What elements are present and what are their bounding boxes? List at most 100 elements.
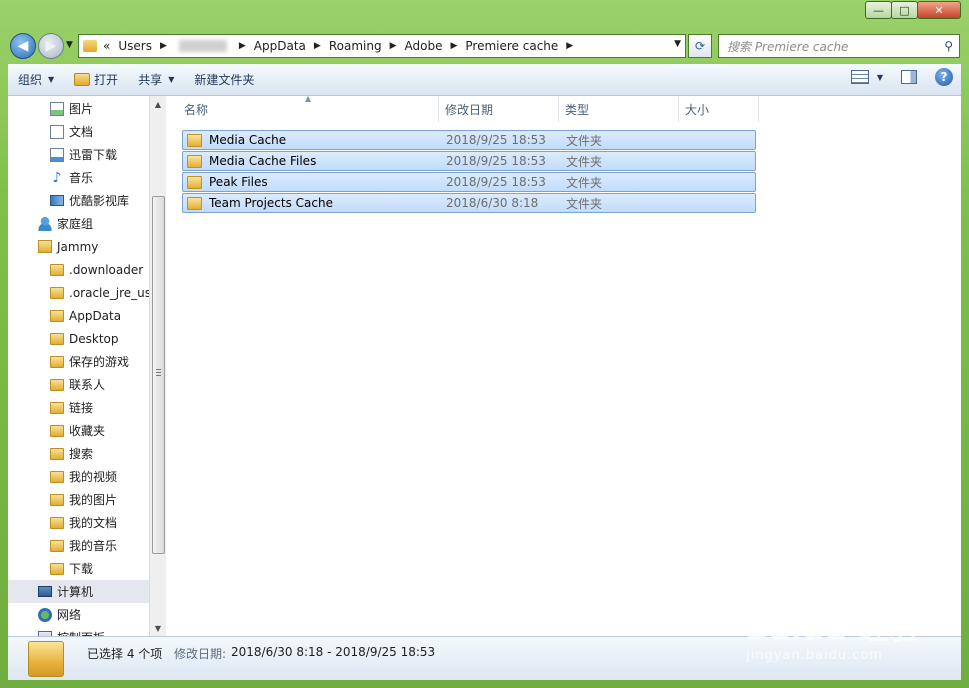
sidebar-item[interactable]: 优酷影视库	[8, 189, 149, 212]
sidebar-item[interactable]: AppData	[8, 304, 149, 327]
recent-pages-dropdown[interactable]: ▼	[66, 40, 73, 50]
column-header-size[interactable]: 大小	[679, 96, 759, 122]
sidebar-item[interactable]: 搜索	[8, 442, 149, 465]
scroll-up-icon[interactable]: ▲	[150, 96, 166, 112]
help-icon[interactable]: ?	[935, 68, 953, 86]
sidebar-item[interactable]: 文档	[8, 120, 149, 143]
sidebar-item-label: 联系人	[69, 378, 106, 392]
folder-icon	[83, 40, 97, 52]
sidebar-item[interactable]: 下载	[8, 557, 149, 580]
close-button[interactable]: ✕	[917, 1, 961, 19]
breadcrumb-arrow-icon[interactable]: ▶	[239, 41, 246, 51]
sidebar-item[interactable]: 控制面板	[8, 626, 149, 636]
sidebar-item[interactable]: 我的音乐	[8, 534, 149, 557]
sidebar-item[interactable]: 迅雷下载	[8, 143, 149, 166]
network-icon	[38, 607, 52, 622]
file-type: 文件夹	[566, 154, 603, 169]
column-header-name[interactable]: 名称	[166, 96, 439, 122]
breadcrumb-roaming[interactable]: Roaming	[329, 39, 382, 53]
breadcrumb-adobe[interactable]: Adobe	[405, 39, 443, 53]
breadcrumb-appdata[interactable]: AppData	[254, 39, 306, 53]
share-button[interactable]: 共享 ▼	[128, 68, 184, 92]
breadcrumb-arrow-icon[interactable]: ▶	[390, 41, 397, 51]
sidebar-item[interactable]: Desktop	[8, 327, 149, 350]
refresh-button[interactable]: ⟳	[688, 34, 712, 58]
sidebar-item-label: .oracle_jre_usa	[69, 285, 149, 300]
sidebar-item[interactable]: 我的图片	[8, 488, 149, 511]
grip-icon	[156, 369, 161, 376]
folder-icon	[50, 263, 64, 276]
search-icon[interactable]: ⚲	[944, 39, 953, 53]
breadcrumb-premiere-cache[interactable]: Premiere cache	[465, 39, 558, 53]
sidebar-item[interactable]: 图片	[8, 97, 149, 120]
navigation-row: ◀ ▶ ▼ « Users ▶ ▶ AppData ▶ Roaming ▶ Ad…	[0, 28, 969, 64]
sidebar-item[interactable]: 我的视频	[8, 465, 149, 488]
breadcrumb-arrow-icon[interactable]: ▶	[160, 41, 167, 51]
command-toolbar: 组织 ▼ 打开 共享 ▼ 新建文件夹 ▼ ?	[8, 64, 961, 96]
search-input[interactable]: 搜索 Premiere cache ⚲	[718, 34, 960, 58]
sidebar-item[interactable]: 网络	[8, 603, 149, 626]
my-pictures-icon	[50, 493, 64, 506]
file-row[interactable]: Media Cache 2018/9/25 18:53 文件夹	[182, 130, 756, 150]
view-details-icon[interactable]	[850, 70, 869, 84]
file-type: 文件夹	[566, 175, 603, 190]
sidebar-item[interactable]: .downloader	[8, 258, 149, 281]
address-bar[interactable]: « Users ▶ ▶ AppData ▶ Roaming ▶ Adobe ▶ …	[78, 34, 686, 58]
navigation-scrollbar[interactable]: ▲ ▼	[149, 96, 166, 636]
breadcrumb-arrow-icon[interactable]: ▶	[314, 41, 321, 51]
minimize-button[interactable]: —	[865, 1, 892, 19]
column-headers: ▲ 名称 修改日期 类型 大小	[166, 94, 961, 122]
file-row[interactable]: Peak Files 2018/9/25 18:53 文件夹	[182, 172, 756, 192]
address-history-dropdown[interactable]: ▼	[674, 39, 681, 49]
sidebar-item-label: 下载	[69, 562, 94, 576]
organize-label: 组织	[18, 73, 43, 87]
new-folder-button[interactable]: 新建文件夹	[184, 68, 264, 92]
preview-pane-icon[interactable]	[901, 70, 917, 84]
sidebar-item[interactable]: 家庭组	[8, 212, 149, 235]
scroll-down-icon[interactable]: ▼	[150, 620, 166, 636]
folder-icon	[50, 309, 64, 322]
file-name: Team Projects Cache	[209, 196, 333, 210]
sidebar-item[interactable]: 链接	[8, 396, 149, 419]
sidebar-item-label: .downloader	[69, 262, 144, 277]
window-controls: — □ ✕	[865, 1, 961, 19]
file-row[interactable]: Media Cache Files 2018/9/25 18:53 文件夹	[182, 151, 756, 171]
breadcrumb-arrow-icon[interactable]: ▶	[566, 41, 573, 51]
sidebar-item[interactable]: 计算机	[8, 580, 149, 603]
links-icon	[50, 401, 64, 414]
navigation-pane: 图片文档迅雷下载 ♪ 音乐 优酷影视库 家庭组 Jammy .downloader .orac…	[8, 96, 149, 636]
sidebar-item[interactable]: ♪ 音乐	[8, 166, 149, 189]
selected-folders-icon	[28, 641, 64, 677]
organize-button[interactable]: 组织 ▼	[8, 68, 64, 92]
file-name-cell: Media Cache	[183, 133, 440, 147]
sidebar-item[interactable]: 我的文档	[8, 511, 149, 534]
sidebar-item[interactable]: Jammy	[8, 235, 149, 258]
youku-library-icon	[50, 195, 64, 206]
column-header-modified[interactable]: 修改日期	[439, 96, 559, 122]
sidebar-item[interactable]: 联系人	[8, 373, 149, 396]
sidebar-item-label: 计算机	[57, 585, 94, 599]
open-label: 打开	[94, 73, 119, 87]
sidebar-item[interactable]: 保存的游戏	[8, 350, 149, 373]
sidebar-item[interactable]: 收藏夹	[8, 419, 149, 442]
open-button[interactable]: 打开	[64, 68, 128, 92]
computer-icon	[38, 586, 52, 597]
sidebar-item-label: 文档	[69, 125, 94, 139]
watermark-main: Baidu 经验	[746, 612, 921, 647]
sidebar-item[interactable]: .oracle_jre_usa	[8, 281, 149, 304]
breadcrumb-overflow[interactable]: «	[103, 39, 110, 53]
maximize-button[interactable]: □	[891, 1, 918, 19]
file-row[interactable]: Team Projects Cache 2018/6/30 8:18 文件夹	[182, 193, 756, 213]
forward-button[interactable]: ▶	[38, 33, 64, 59]
breadcrumb-users[interactable]: Users	[118, 39, 152, 53]
folder-icon	[50, 332, 64, 345]
breadcrumb-arrow-icon[interactable]: ▶	[450, 41, 457, 51]
back-button[interactable]: ◀	[10, 33, 36, 59]
file-list-pane: ▲ 名称 修改日期 类型 大小 Media Cache 2018/9/25 18:…	[166, 94, 961, 636]
selection-count: 已选择 4 个项	[87, 647, 163, 661]
view-options-dropdown[interactable]: ▼	[877, 73, 883, 82]
new-folder-label: 新建文件夹	[194, 73, 255, 87]
file-name-cell: Media Cache Files	[183, 154, 440, 168]
column-header-type[interactable]: 类型	[559, 96, 679, 122]
scroll-thumb[interactable]	[152, 196, 165, 554]
